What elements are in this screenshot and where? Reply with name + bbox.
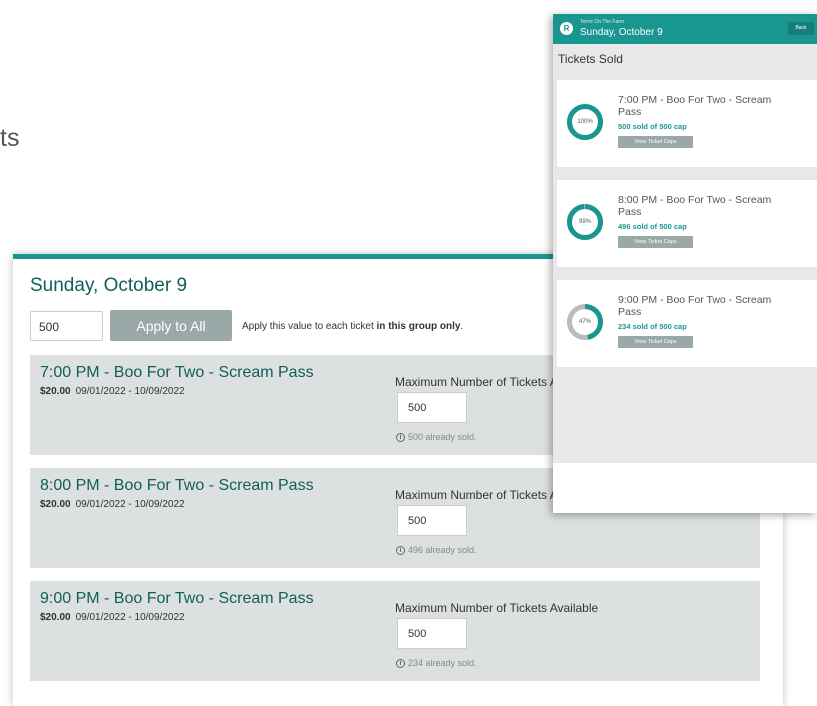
background-text-fragment: ts — [0, 124, 20, 152]
ticket-name-line2: Pass — [618, 106, 642, 118]
ticket-name-line1: 9:00 PM - Boo For Two - Scream — [618, 294, 772, 306]
ticket-sold-card-1: 100% 7:00 PM - Boo For Two - Scream Pass… — [557, 80, 817, 167]
mobile-header: R Terror On The Farm Sunday, October 9 B… — [553, 14, 817, 44]
ticket-name-line1: 8:00 PM - Boo For Two - Scream — [618, 194, 772, 206]
apply-note: Apply this value to each ticket in this … — [242, 321, 463, 332]
max-tickets-label: Maximum Number of Tickets Available — [395, 601, 599, 615]
event-name: Terror On The Farm — [580, 19, 625, 25]
view-ticket-caps-button[interactable]: View Ticket Caps — [618, 236, 693, 248]
ticket-name-line1: 7:00 PM - Boo For Two - Scream — [618, 94, 772, 106]
ticket-dates: 09/01/2022 - 10/09/2022 — [75, 612, 185, 623]
max-tickets-input[interactable]: 500 — [397, 618, 467, 649]
ticket-name-line2: Pass — [618, 306, 642, 318]
ticket-name: 7:00 PM - Boo For Two - Scream Pass — [40, 364, 314, 381]
sold-count: 234 sold of 500 cap — [618, 322, 687, 331]
already-sold-note: i 500 already sold. — [396, 432, 477, 442]
already-sold-text: 500 already sold. — [408, 432, 477, 442]
max-tickets-input[interactable]: 500 — [397, 505, 467, 536]
ticket-row-3: 9:00 PM - Boo For Two - Scream Pass $20.… — [30, 581, 760, 681]
already-sold-text: 234 already sold. — [408, 658, 477, 668]
ticket-sold-card-2: 99% 8:00 PM - Boo For Two - Scream Pass … — [557, 180, 817, 267]
ticket-price-dates: $20.00 09/01/2022 - 10/09/2022 — [40, 612, 185, 623]
tickets-sold-section: Tickets Sold 100% 7:00 PM - Boo For Two … — [553, 44, 817, 463]
max-tickets-input[interactable]: 500 — [397, 392, 467, 423]
sold-count: 496 sold of 500 cap — [618, 222, 687, 231]
percent-label: 99% — [578, 219, 591, 225]
apply-note-suffix: . — [460, 321, 464, 332]
group-title: Sunday, October 9 — [30, 275, 188, 296]
already-sold-note: i 234 already sold. — [396, 658, 477, 668]
ticket-dates: 09/01/2022 - 10/09/2022 — [75, 499, 185, 510]
brand-logo-icon: R — [560, 22, 573, 35]
sold-count: 500 sold of 500 cap — [618, 122, 687, 131]
view-ticket-caps-button[interactable]: View Ticket Caps — [618, 336, 693, 348]
already-sold-note: i 496 already sold. — [396, 545, 477, 555]
ticket-name: 8:00 PM - Boo For Two - Scream Pass — [40, 477, 314, 494]
ticket-price: $20.00 — [40, 612, 71, 623]
ticket-name: 9:00 PM - Boo For Two - Scream Pass — [40, 590, 314, 607]
apply-note-bold: in this group only — [376, 321, 461, 332]
mobile-title: Sunday, October 9 — [580, 27, 663, 38]
info-icon: i — [396, 658, 405, 668]
apply-to-all-button[interactable]: Apply to All — [110, 310, 232, 341]
ticket-price: $20.00 — [40, 386, 71, 397]
mobile-tickets-sold-panel: R Terror On The Farm Sunday, October 9 B… — [553, 14, 817, 513]
section-title: Tickets Sold — [558, 52, 623, 66]
apply-note-prefix: Apply this value to each ticket — [242, 321, 377, 332]
percent-label: 100% — [577, 119, 593, 125]
info-icon: i — [396, 545, 405, 555]
already-sold-text: 496 already sold. — [408, 545, 477, 555]
info-icon: i — [396, 432, 405, 442]
ticket-sold-card-3: 47% 9:00 PM - Boo For Two - Scream Pass … — [557, 280, 817, 367]
ticket-price-dates: $20.00 09/01/2022 - 10/09/2022 — [40, 499, 185, 510]
group-value-input[interactable]: 500 — [30, 311, 103, 341]
ticket-price: $20.00 — [40, 499, 71, 510]
percent-label: 47% — [578, 319, 591, 325]
ticket-name-line2: Pass — [618, 206, 642, 218]
view-ticket-caps-button[interactable]: View Ticket Caps — [618, 136, 693, 148]
ticket-price-dates: $20.00 09/01/2022 - 10/09/2022 — [40, 386, 185, 397]
ticket-dates: 09/01/2022 - 10/09/2022 — [75, 386, 185, 397]
back-button[interactable]: Back — [788, 22, 814, 35]
